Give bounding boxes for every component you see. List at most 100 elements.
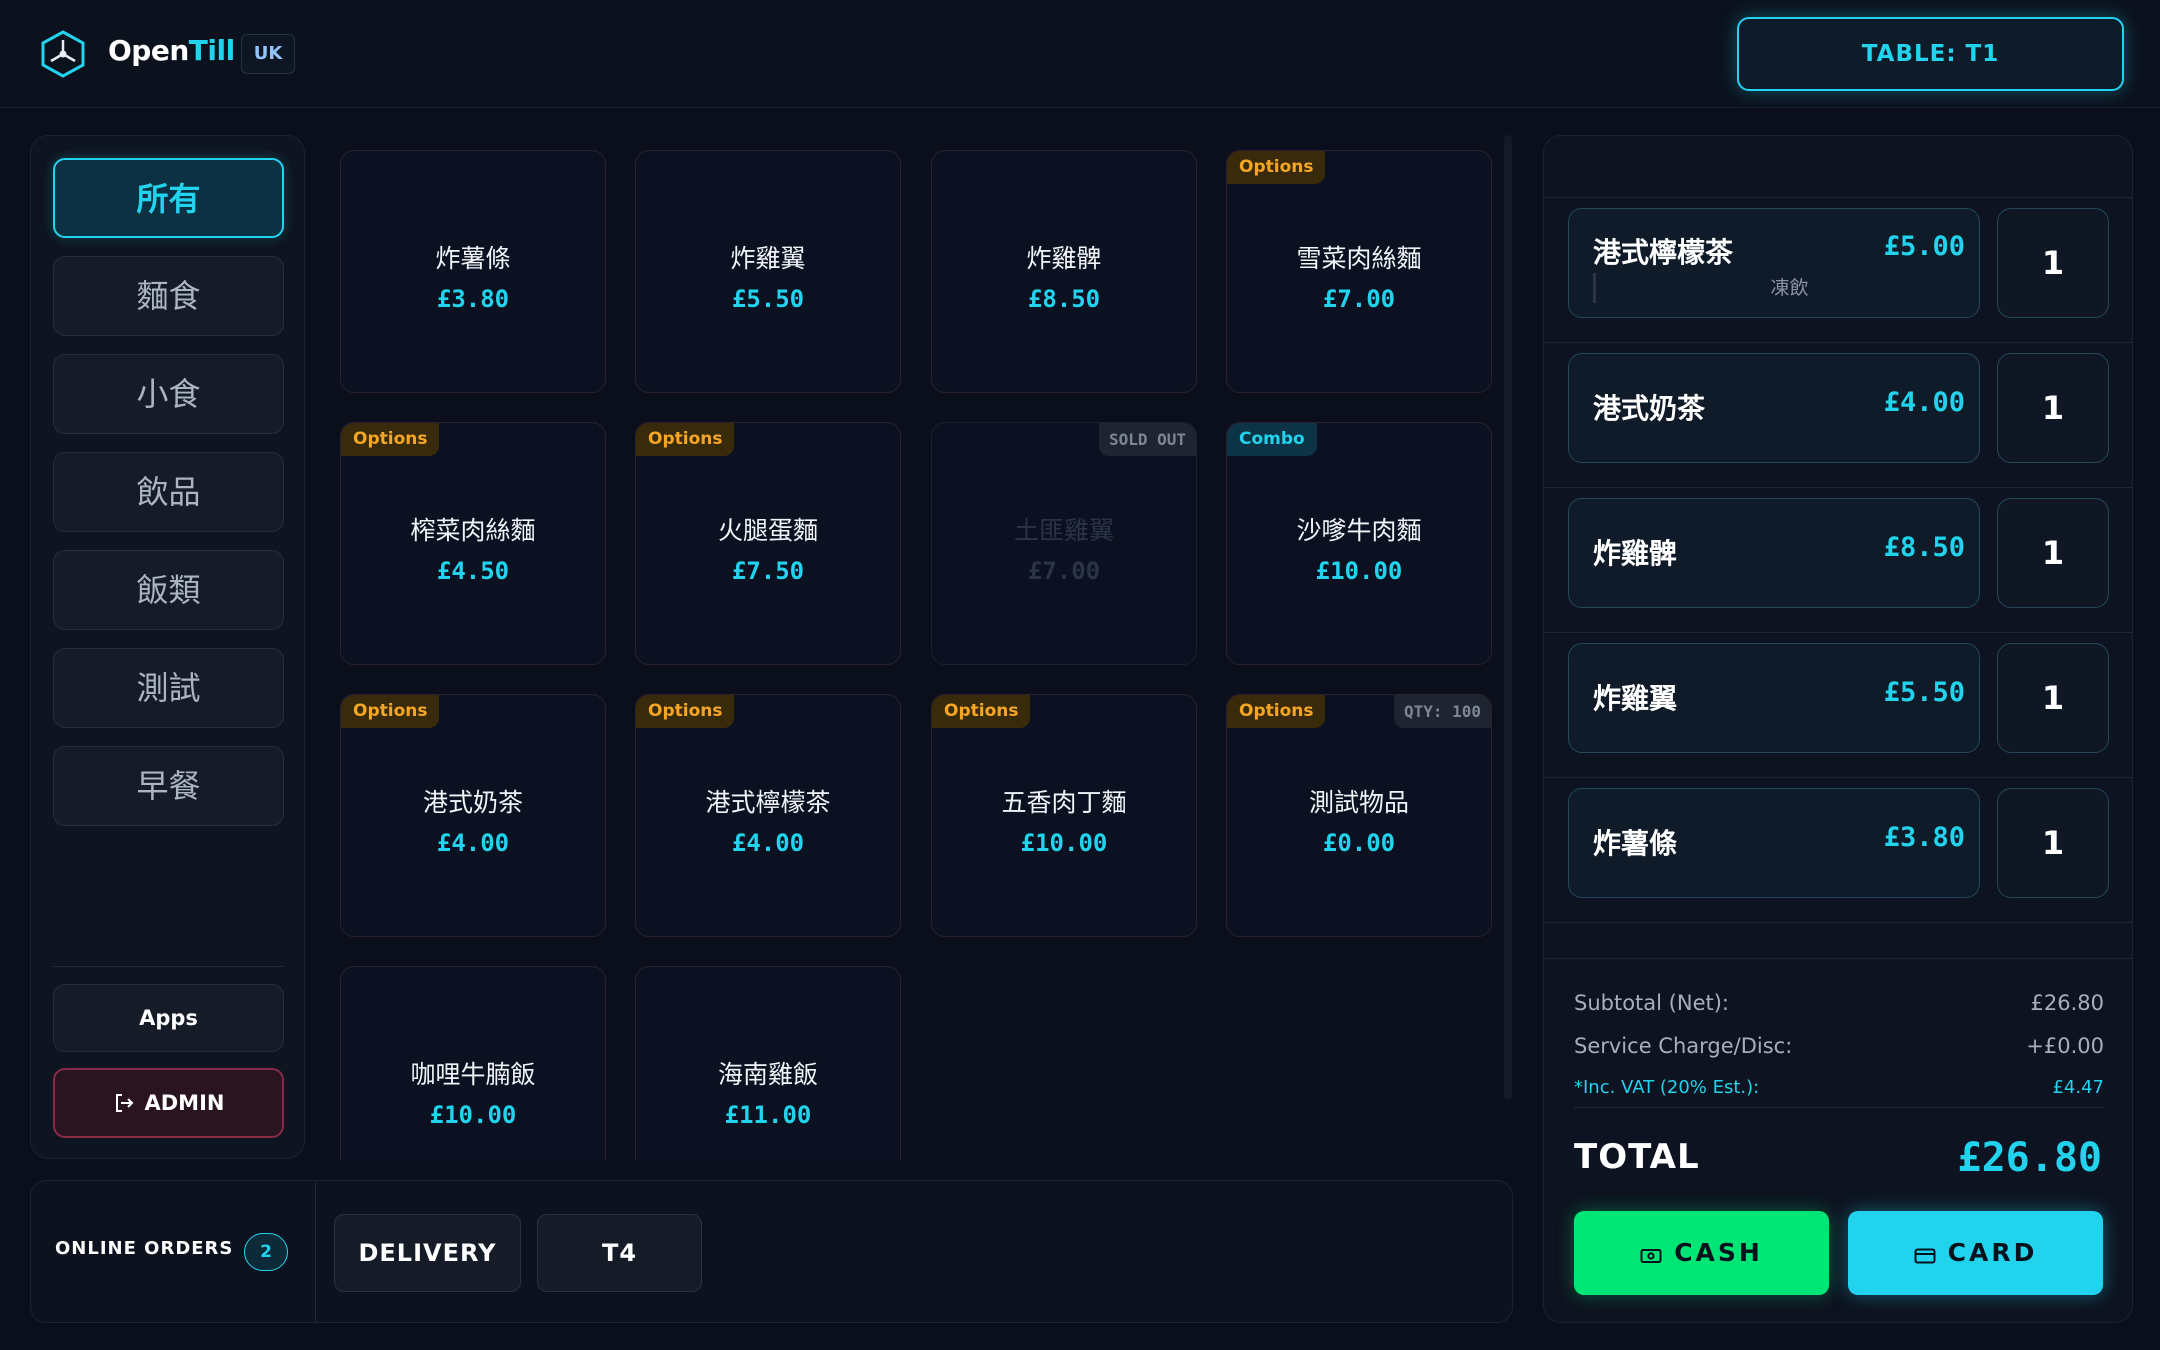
order-line-card[interactable]: 港式奶茶 £4.00 [1568,353,1980,463]
category-rice[interactable]: 飯類 [53,550,284,630]
service-charge-row: Service Charge/Disc: +£0.00 [1574,1034,2104,1058]
product-name: 榨菜肉絲麵 [410,516,536,545]
product-price: £4.00 [436,829,510,857]
product-grid-scrollbar[interactable] [1504,135,1512,1100]
product-tile[interactable]: Options 港式檸檬茶 £4.00 [635,694,901,937]
options-badge: Options [932,695,1031,728]
category-breakfast[interactable]: 早餐 [53,746,284,826]
category-drinks[interactable]: 飲品 [53,452,284,532]
product-tile[interactable]: 炸薯條 £3.80 [340,150,606,393]
product-tile[interactable]: Options 雪菜肉絲麵 £7.00 [1226,150,1492,393]
product-tile[interactable]: Options 五香肉丁麵 £10.00 [931,694,1197,937]
options-badge: Options [1227,695,1326,728]
options-badge: Options [636,423,735,456]
order-line-qty[interactable]: 1 [1997,788,2109,898]
total-value: £26.80 [1957,1135,2103,1181]
product-tile[interactable]: Options 榨菜肉絲麵 £4.50 [340,422,606,665]
cash-payment-button[interactable]: CASH [1574,1211,1829,1295]
order-totals: Subtotal (Net): £26.80 Service Charge/Di… [1544,958,2132,1322]
product-tile[interactable]: 海南雞飯 £11.00 [635,966,901,1160]
order-line-card[interactable]: 炸薯條 £3.80 [1568,788,1980,898]
order-line-name: 炸雞髀 [1593,537,1678,570]
product-tile[interactable]: Combo 沙嗲牛肉麵 £10.00 [1226,422,1492,665]
sidebar-divider [53,966,284,967]
service-charge-label: Service Charge/Disc: [1574,1034,1793,1058]
order-line-card[interactable]: 炸雞翼 £5.50 [1568,643,1980,753]
cube-logo-icon [41,30,85,78]
order-line-qty[interactable]: 1 [1997,498,2109,608]
vat-label: *Inc. VAT (20% Est.): [1574,1077,1760,1098]
product-tile[interactable]: Options 港式奶茶 £4.00 [340,694,606,937]
online-orders-count-badge: 2 [244,1233,288,1271]
product-tile[interactable]: Options QTY: 100 測試物品 £0.00 [1226,694,1492,937]
order-line: 港式奶茶 £4.00 1 [1544,343,2132,488]
total-label: TOTAL [1574,1137,1700,1177]
category-test[interactable]: 測試 [53,648,284,728]
order-line-price: £5.50 [1883,677,1965,708]
order-line-name: 炸雞翼 [1593,682,1678,715]
delivery-order-button[interactable]: DELIVERY [334,1214,521,1292]
product-name: 五香肉丁麵 [1001,788,1127,817]
category-noodles[interactable]: 麵食 [53,256,284,336]
product-name: 沙嗲牛肉麵 [1296,516,1422,545]
brand-part-open: Open [108,34,189,67]
product-name: 港式檸檬茶 [705,788,831,817]
product-name: 炸薯條 [435,244,511,273]
order-line-price: £4.00 [1883,387,1965,418]
order-line-qty[interactable]: 1 [1997,353,2109,463]
brand-part-till: Till [188,34,235,67]
order-line-price: £5.00 [1883,231,1965,262]
product-name: 炸雞髀 [1026,244,1102,273]
subtotal-label: Subtotal (Net): [1574,991,1729,1015]
product-tile[interactable]: 炸雞髀 £8.50 [931,150,1197,393]
order-line-name: 炸薯條 [1593,827,1678,860]
product-price: £7.00 [1027,557,1101,585]
product-price: £7.00 [1322,285,1396,313]
online-orders-label: ONLINE ORDERS [55,1238,234,1259]
product-name: 火腿蛋麵 [717,516,818,545]
product-tile[interactable]: 咖哩牛腩飯 £10.00 [340,966,606,1160]
order-line-qty[interactable]: 1 [1997,208,2109,318]
product-name: 海南雞飯 [717,1060,818,1089]
card-payment-button[interactable]: CARD [1848,1211,2103,1295]
order-line-qty[interactable]: 1 [1997,643,2109,753]
order-line: 炸薯條 £3.80 1 [1544,778,2132,923]
apps-button[interactable]: Apps [53,984,284,1052]
product-grid: 炸薯條 £3.80 炸雞翼 £5.50 炸雞髀 £8.50 Options 雪菜… [340,150,1500,1160]
product-price: £0.00 [1322,829,1396,857]
combo-badge: Combo [1227,423,1317,456]
order-line-card[interactable]: 港式檸檬茶 £5.00 凍飲 [1568,208,1980,318]
order-line-card[interactable]: 炸雞髀 £8.50 [1568,498,1980,608]
product-tile[interactable]: 炸雞翼 £5.50 [635,150,901,393]
product-price: £7.50 [731,557,805,585]
admin-button[interactable]: ADMIN [53,1068,284,1138]
card-label: CARD [1947,1238,2038,1267]
subtotal-row: Subtotal (Net): £26.80 [1574,991,2104,1015]
online-orders-bar: ONLINE ORDERS 2 DELIVERY T4 [30,1180,1513,1324]
order-line-price: £8.50 [1883,532,1965,563]
category-snacks[interactable]: 小食 [53,354,284,434]
product-tile[interactable]: Options 火腿蛋麵 £7.50 [635,422,901,665]
product-price: £3.80 [436,285,510,313]
region-badge: UK [241,34,295,74]
brand-name: OpenTill [108,34,235,67]
product-price: £10.00 [429,1101,517,1129]
product-price: £8.50 [1027,285,1101,313]
product-name: 炸雞翼 [730,244,806,273]
admin-label: ADMIN [144,1091,225,1115]
product-price: £4.00 [731,829,805,857]
category-all[interactable]: 所有 [53,158,284,238]
top-bar: OpenTill UK TABLE: T1 [0,0,2160,108]
order-line: 港式檸檬茶 £5.00 凍飲 1 [1544,198,2132,343]
order-panel: 港式檸檬茶 £5.00 凍飲 1 港式奶茶 £4.00 1 炸雞髀 £8.50 … [1543,135,2133,1323]
table-t4-order-button[interactable]: T4 [537,1214,702,1292]
table-selector-button[interactable]: TABLE: T1 [1737,17,2124,91]
product-tile-sold-out: SOLD OUT 土匪雞翼 £7.00 [931,422,1197,665]
product-price: £4.50 [436,557,510,585]
product-price: £10.00 [1315,557,1403,585]
logout-icon [115,1094,133,1112]
product-price: £5.50 [731,285,805,313]
cash-icon [1640,1249,1662,1263]
product-name: 土匪雞翼 [1013,516,1114,545]
order-line: 炸雞髀 £8.50 1 [1544,488,2132,633]
